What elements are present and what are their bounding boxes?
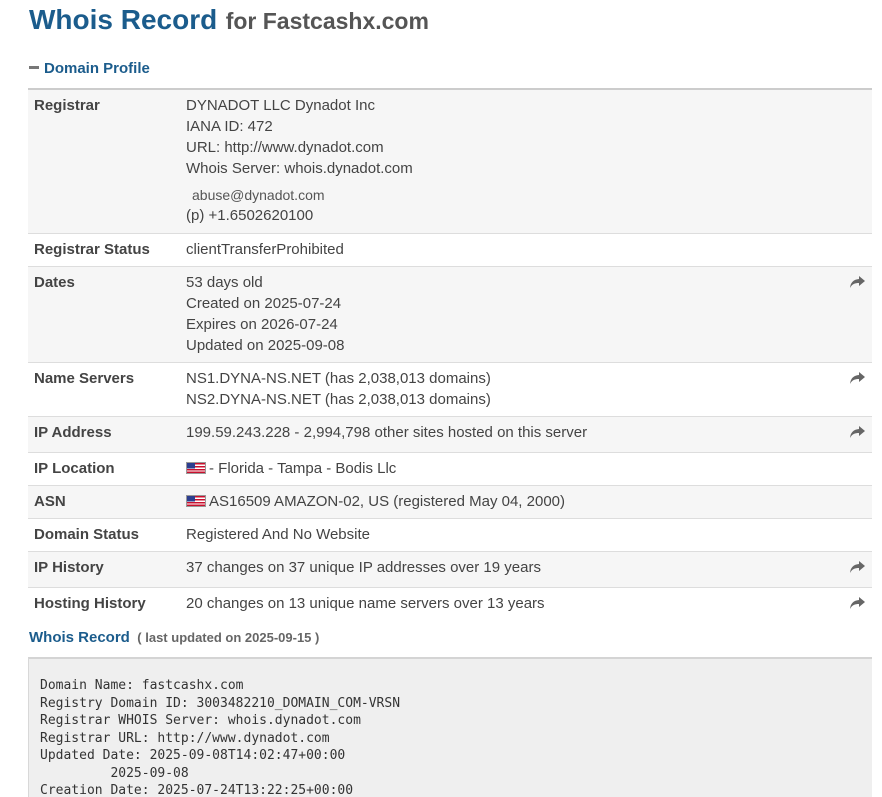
asn-label: ASN [28, 485, 186, 519]
row-domain-status: Domain Status Registered And No Website [28, 518, 872, 552]
updated-date: Updated on 2025-09-08 [186, 337, 345, 354]
whois-record-title: Whois Record [29, 629, 130, 646]
ip-history-value: 37 changes on 37 unique IP addresses ove… [186, 551, 832, 588]
share-arrow-icon[interactable] [849, 560, 866, 575]
row-asn: ASN AS16509 AMAZON-02, US (registered Ma… [28, 485, 872, 519]
us-flag-icon [186, 462, 206, 474]
ip-location-value: - Florida - Tampa - Bodis Llc [186, 452, 832, 486]
ip-address-value: 199.59.243.228 - 2,994,798 other sites h… [186, 416, 832, 453]
created-date: Created on 2025-07-24 [186, 295, 342, 312]
ip-location-label: IP Location [28, 452, 186, 486]
whois-record-heading: Whois Record ( last updated on 2025-09-1… [29, 629, 319, 647]
registrar-value: DYNADOT LLC Dynadot Inc IANA ID: 472 URL… [186, 89, 832, 234]
registrar-whois-server: Whois Server: whois.dynadot.com [186, 160, 413, 177]
name-server-1: NS1.DYNA-NS.NET (has 2,038,013 domains) [186, 370, 491, 387]
registrar-name: DYNADOT LLC Dynadot Inc [186, 97, 375, 114]
expires-date: Expires on 2026-07-24 [186, 316, 338, 333]
row-dates: Dates 53 days old Created on 2025-07-24 … [28, 266, 872, 363]
domain-profile-table: Registrar DYNADOT LLC Dynadot Inc IANA I… [28, 88, 872, 623]
page-title: Whois Record for Fastcashx.com [29, 4, 429, 36]
name-servers-value: NS1.DYNA-NS.NET (has 2,038,013 domains) … [186, 362, 832, 417]
share-arrow-icon[interactable] [849, 275, 866, 290]
dates-value: 53 days old Created on 2025-07-24 Expire… [186, 266, 832, 363]
share-arrow-icon[interactable] [849, 371, 866, 386]
asn-value: AS16509 AMAZON-02, US (registered May 04… [186, 485, 832, 519]
registrar-iana: IANA ID: 472 [186, 118, 273, 135]
whois-record-updated: ( last updated on 2025-09-15 ) [137, 630, 320, 645]
registrar-phone: (p) +1.6502620100 [186, 207, 314, 224]
row-name-servers: Name Servers NS1.DYNA-NS.NET (has 2,038,… [28, 362, 872, 417]
asn-text: AS16509 AMAZON-02, US (registered May 04… [209, 493, 566, 510]
registrar-status-label: Registrar Status [28, 233, 186, 267]
hosting-history-label: Hosting History [28, 587, 186, 623]
domain-status-label: Domain Status [28, 518, 186, 552]
domain-profile-toggle[interactable]: Domain Profile [29, 60, 150, 77]
row-registrar: Registrar DYNADOT LLC Dynadot Inc IANA I… [28, 89, 872, 234]
page-title-main: Whois Record [29, 4, 218, 35]
whois-raw-record[interactable]: Domain Name: fastcashx.com Registry Doma… [28, 657, 872, 797]
us-flag-icon [186, 495, 206, 507]
row-hosting-history: Hosting History 20 changes on 13 unique … [28, 587, 872, 623]
registrar-url: URL: http://www.dynadot.com [186, 139, 384, 156]
row-registrar-status: Registrar Status clientTransferProhibite… [28, 233, 872, 267]
name-servers-label: Name Servers [28, 362, 186, 417]
registrar-label: Registrar [28, 89, 186, 234]
hosting-history-value: 20 changes on 13 unique name servers ove… [186, 587, 832, 623]
whois-raw-text: Domain Name: fastcashx.com Registry Doma… [40, 678, 401, 797]
share-arrow-icon[interactable] [849, 596, 866, 611]
minus-icon [29, 65, 39, 69]
row-ip-location: IP Location - Florida - Tampa - Bodis Ll… [28, 452, 872, 486]
registrar-status-value: clientTransferProhibited [186, 233, 832, 267]
row-ip-address: IP Address 199.59.243.228 - 2,994,798 ot… [28, 416, 872, 453]
registrar-abuse-email: abuse@dynadot.com [192, 187, 325, 203]
domain-status-value: Registered And No Website [186, 518, 832, 552]
name-server-2: NS2.DYNA-NS.NET (has 2,038,013 domains) [186, 391, 491, 408]
ip-history-label: IP History [28, 551, 186, 588]
share-arrow-icon[interactable] [849, 425, 866, 440]
ip-location-text: - Florida - Tampa - Bodis Llc [209, 460, 397, 477]
page-title-domain: for Fastcashx.com [225, 8, 429, 34]
ip-address-label: IP Address [28, 416, 186, 453]
dates-label: Dates [28, 266, 186, 363]
domain-age: 53 days old [186, 274, 263, 291]
domain-profile-label: Domain Profile [44, 60, 150, 77]
row-ip-history: IP History 37 changes on 37 unique IP ad… [28, 551, 872, 588]
